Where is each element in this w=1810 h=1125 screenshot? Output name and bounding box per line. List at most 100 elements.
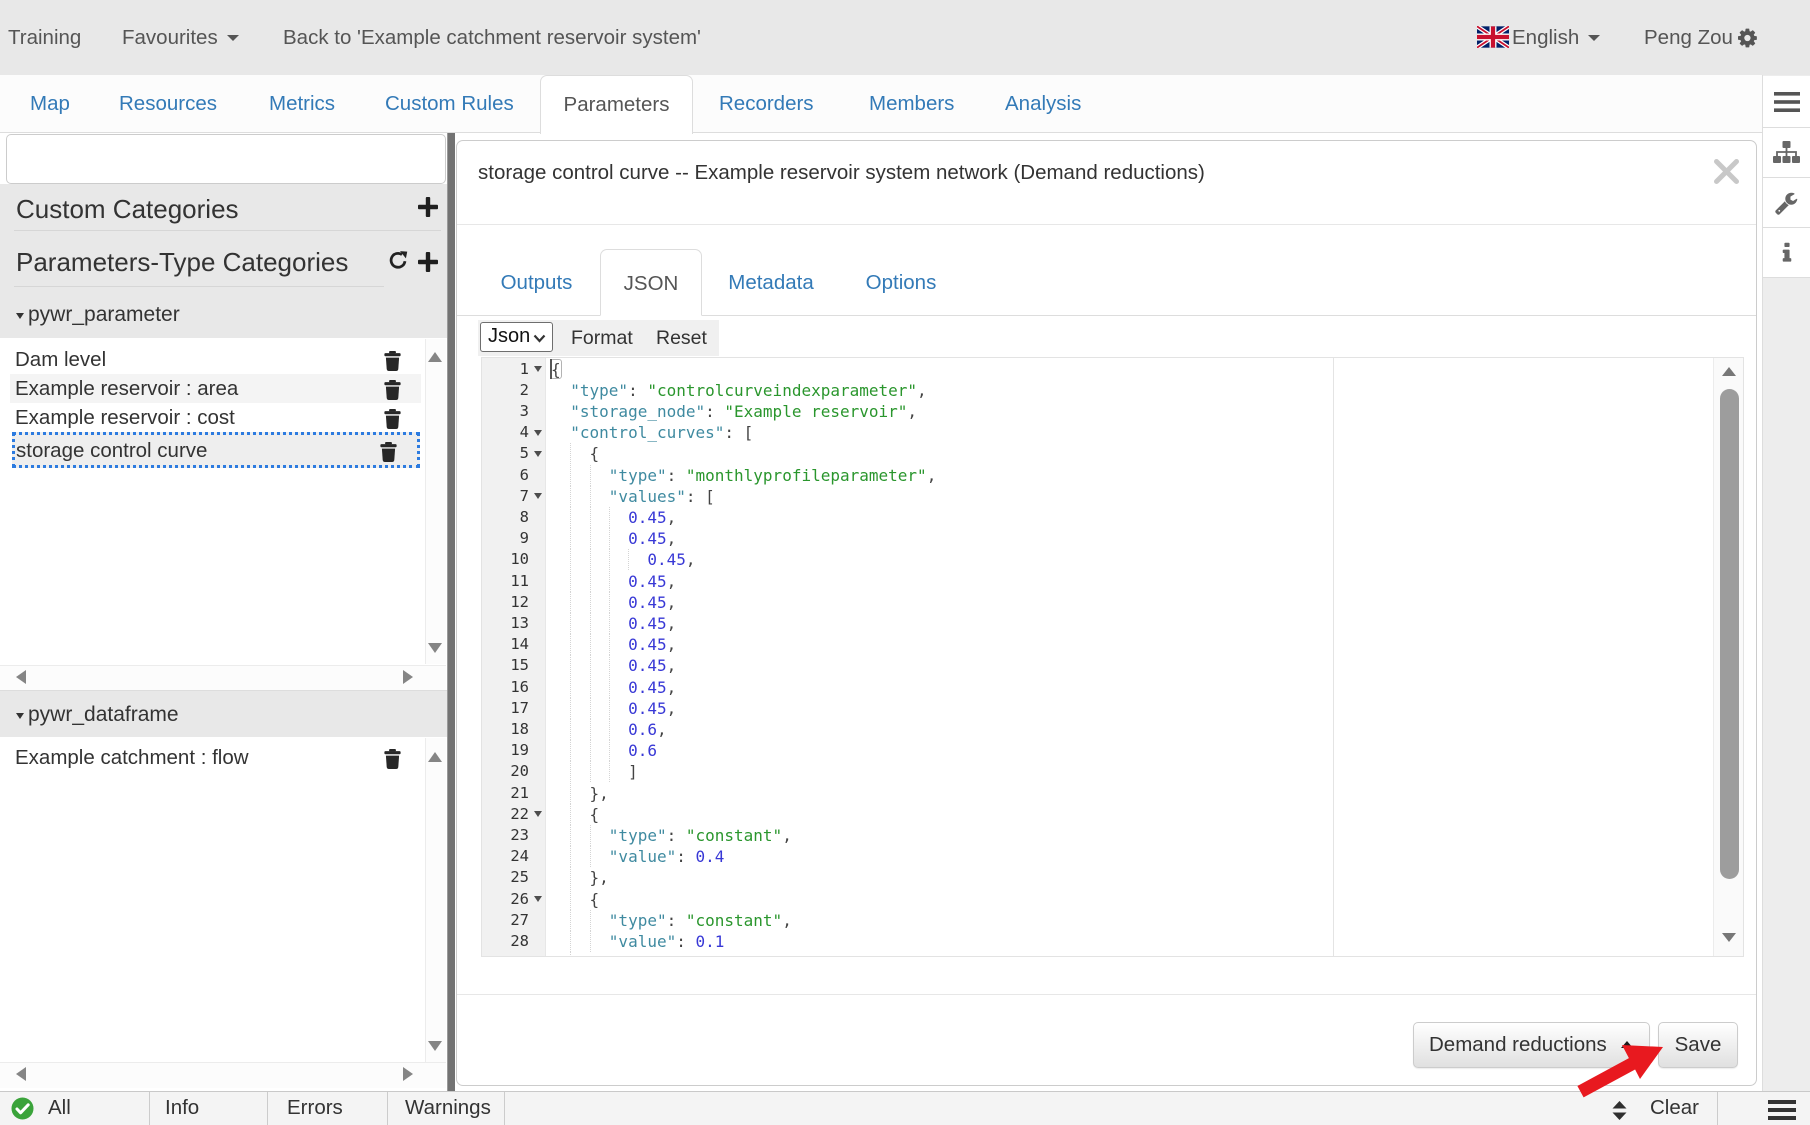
app-root: Training Favourites Back to 'Example cat… (0, 0, 1810, 1125)
fold-icon[interactable] (534, 430, 542, 436)
code-line: "values": [ (546, 486, 715, 507)
scroll-up-icon[interactable] (1722, 367, 1736, 376)
line-number: 7 (482, 486, 529, 507)
divider (457, 224, 1756, 225)
tab-custom-rules[interactable]: Custom Rules (385, 75, 514, 133)
tab-resources[interactable]: Resources (119, 75, 217, 133)
panel-tab-metadata[interactable]: Metadata (702, 249, 840, 316)
panel-tab-outputs[interactable]: Outputs (473, 249, 600, 316)
sitemap-icon[interactable] (1762, 128, 1810, 178)
menu-icon[interactable] (1768, 1098, 1796, 1125)
scrollbar-track[interactable] (425, 339, 446, 664)
scroll-right-icon[interactable] (403, 670, 413, 684)
indent-guide (570, 698, 571, 719)
wrench-icon[interactable] (1762, 178, 1810, 228)
scrollbar-thumb[interactable] (1720, 389, 1739, 879)
indent-guide (609, 719, 610, 740)
indent-guide (590, 613, 591, 634)
scroll-down-icon[interactable] (1722, 933, 1736, 942)
line-number: 19 (482, 740, 529, 761)
line-number: 29 (482, 952, 529, 957)
fold-icon[interactable] (534, 451, 542, 457)
chevron-down-icon (227, 35, 239, 41)
scroll-left-icon[interactable] (16, 670, 26, 684)
line-number: 20 (482, 761, 529, 782)
tab-members[interactable]: Members (869, 75, 954, 133)
trash-icon[interactable] (380, 440, 397, 460)
reset-button[interactable]: Reset (656, 320, 707, 356)
code-line: 0.45, (546, 507, 676, 528)
indent-guide (570, 655, 571, 676)
trash-icon[interactable] (384, 350, 401, 370)
section-header-pywr_dataframe[interactable]: pywr_dataframe (0, 690, 447, 737)
mode-select[interactable]: Json (480, 322, 553, 352)
list-item[interactable]: storage control curve (12, 432, 420, 468)
section-header-pywr_parameter[interactable]: pywr_parameter (0, 303, 447, 338)
panel-tab-options[interactable]: Options (840, 249, 962, 316)
scroll-up-icon[interactable] (428, 752, 442, 762)
scroll-up-icon[interactable] (428, 352, 442, 362)
section-label: pywr_dataframe (28, 703, 179, 726)
divider (1717, 1092, 1718, 1125)
tab-metrics[interactable]: Metrics (269, 75, 335, 133)
fold-icon[interactable] (534, 896, 542, 902)
code-line: { (546, 889, 599, 910)
triangle-down-icon (16, 713, 24, 719)
tab-analysis[interactable]: Analysis (1005, 75, 1081, 133)
code-line: "value": 0.1 (546, 931, 724, 952)
scrollbar-track[interactable] (0, 665, 446, 690)
fold-icon[interactable] (534, 366, 542, 372)
indent-guide (590, 465, 591, 486)
status-filter-all[interactable]: All (0, 1092, 150, 1125)
scrollbar-track[interactable] (425, 738, 446, 1062)
line-number: 11 (482, 571, 529, 592)
scrollbar-track[interactable] (0, 1062, 446, 1088)
panel-tab-json[interactable]: JSON (600, 249, 702, 316)
tab-parameters[interactable]: Parameters (540, 75, 693, 134)
fold-icon[interactable] (534, 811, 542, 817)
tab-map[interactable]: Map (30, 75, 70, 133)
format-button[interactable]: Format (571, 320, 633, 356)
editor-scrollbar[interactable] (1713, 358, 1744, 957)
list-item[interactable]: Example reservoir : area (10, 374, 421, 403)
nav-language-dropdown[interactable]: English (1512, 0, 1600, 75)
gear-icon[interactable] (1738, 27, 1760, 49)
status-filter-warnings[interactable]: Warnings (388, 1092, 505, 1125)
nav-favourites-dropdown[interactable]: Favourites (122, 0, 239, 75)
scroll-down-icon[interactable] (428, 643, 442, 653)
code-line: "value": 0.4 (546, 846, 724, 867)
close-icon[interactable] (1714, 159, 1740, 185)
code-line: "control_curves": [ (546, 422, 753, 443)
scroll-right-icon[interactable] (403, 1067, 413, 1081)
info-icon[interactable] (1762, 228, 1810, 278)
indent-guide (570, 571, 571, 592)
tab-recorders[interactable]: Recorders (719, 75, 814, 133)
trash-icon[interactable] (384, 379, 401, 399)
nav-user[interactable]: Peng Zou (1644, 0, 1733, 75)
indent-guide (590, 910, 591, 931)
indent-guide (570, 443, 571, 464)
list-item[interactable]: Example catchment : flow (10, 743, 421, 773)
status-filter-errors[interactable]: Errors (268, 1092, 388, 1125)
nav-back-link[interactable]: Back to 'Example catchment reservoir sys… (283, 0, 701, 75)
indent-guide (570, 931, 571, 952)
list-item[interactable]: Dam level (10, 345, 421, 374)
add-param-category-button[interactable] (418, 252, 438, 272)
json-code-editor[interactable]: 1234567891011121314151617181920212223242… (481, 357, 1744, 957)
refresh-icon[interactable] (388, 250, 408, 276)
nav-training[interactable]: Training (8, 0, 81, 75)
fold-icon[interactable] (534, 493, 542, 499)
scroll-down-icon[interactable] (428, 1041, 442, 1051)
scroll-left-icon[interactable] (16, 1067, 26, 1081)
trash-icon[interactable] (384, 748, 401, 768)
status-filter-info[interactable]: Info (150, 1092, 268, 1125)
custom-categories-title: Custom Categories (16, 194, 239, 224)
sidebar-search-input[interactable] (6, 134, 446, 184)
pane-splitter[interactable] (447, 133, 455, 1091)
line-number: 21 (482, 783, 529, 804)
indent-guide (590, 931, 591, 952)
list-item[interactable]: Example reservoir : cost (10, 403, 421, 432)
add-custom-category-button[interactable] (418, 197, 438, 217)
menu-icon[interactable] (1762, 76, 1810, 128)
trash-icon[interactable] (384, 408, 401, 428)
